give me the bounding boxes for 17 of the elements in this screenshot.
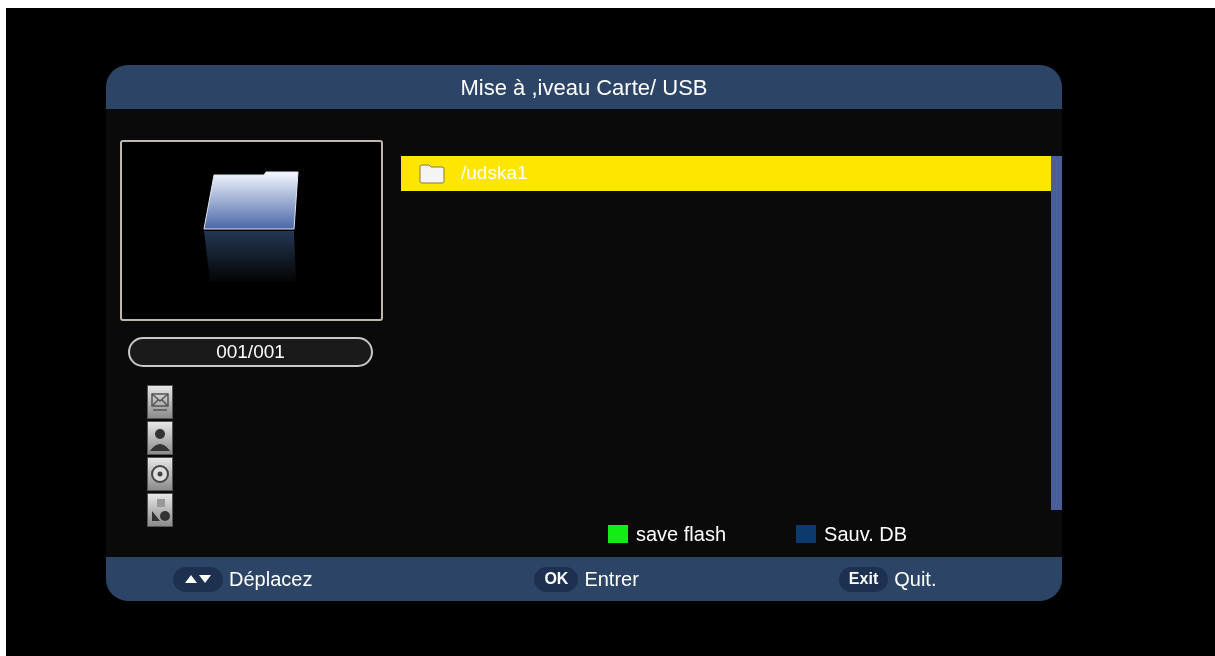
envelope-icon — [147, 385, 173, 419]
scrollbar[interactable] — [1051, 156, 1062, 510]
remote-key: OK — [534, 566, 579, 592]
folder-name: /udska1 — [461, 161, 528, 186]
folder-icon — [419, 163, 445, 184]
up-down-arrows-icon — [184, 574, 212, 584]
remote-key: Exit — [838, 566, 889, 592]
window-title: Mise à ,iveau Carte/ USB — [460, 73, 708, 102]
color-key-label: save flash — [636, 521, 727, 547]
color-key-label: Sauv. DB — [824, 521, 908, 547]
folder-row[interactable]: /udska1 — [401, 156, 1051, 191]
person-icon — [147, 421, 173, 455]
hint-label: Déplacez — [229, 567, 313, 592]
hint-label: Quit. — [894, 567, 937, 592]
page-counter: 001/001 — [128, 337, 373, 367]
hint-label: Entrer — [584, 567, 639, 592]
shapes-icon — [147, 493, 173, 527]
